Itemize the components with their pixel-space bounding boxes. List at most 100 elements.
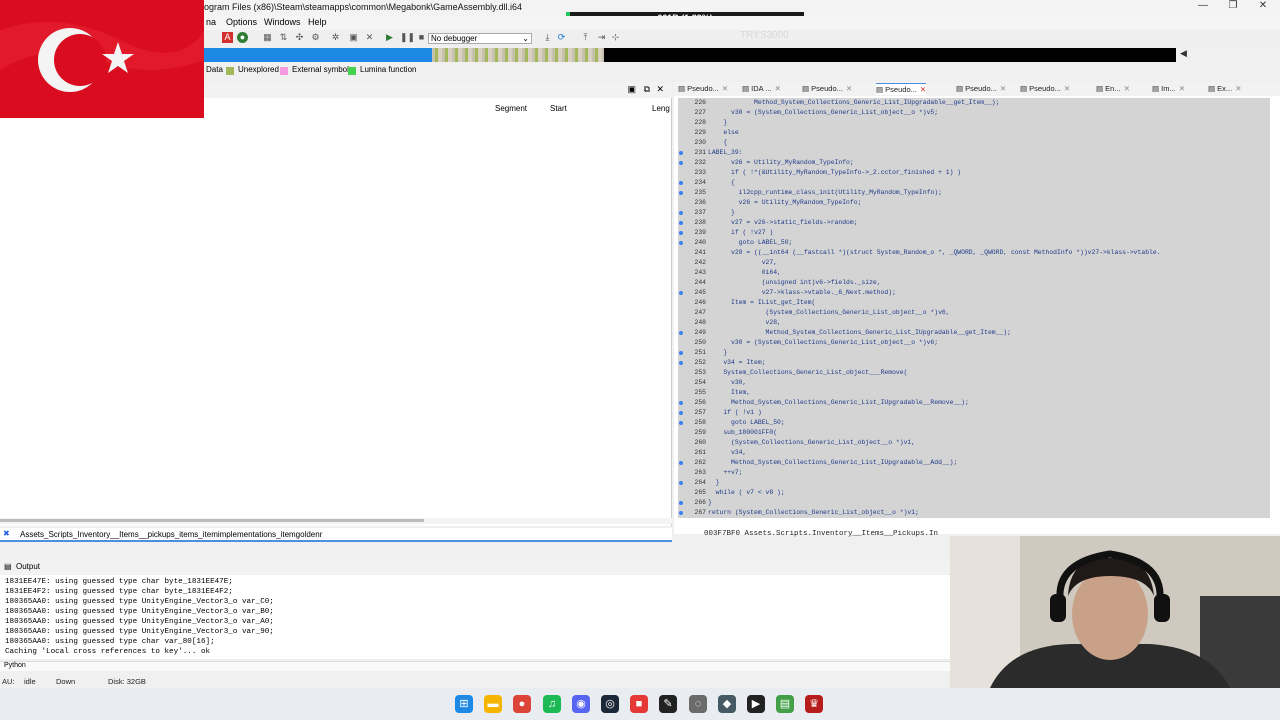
code-line[interactable]: 248 v28, <box>678 318 1270 328</box>
tab-5[interactable]: ▤ Pseudo... ✕ <box>1020 83 1070 95</box>
tab-close-icon[interactable]: ✕ <box>1000 84 1006 93</box>
stop-icon[interactable]: ■ <box>416 32 427 43</box>
breakpoint-icon[interactable]: ⊹ <box>610 32 621 43</box>
windows-start-icon[interactable]: ⊞ <box>455 695 473 713</box>
obs-icon[interactable]: ◌ <box>689 695 707 713</box>
code-line[interactable]: 249 Method_System_Collections_Generic_Li… <box>678 328 1270 338</box>
pen-app-icon[interactable]: ✎ <box>659 695 677 713</box>
code-line[interactable]: 226 Method_System_Collections_Generic_Li… <box>678 98 1270 108</box>
tab-close-icon[interactable]: ✕ <box>1064 84 1070 93</box>
minimize-button[interactable]: — <box>1188 0 1218 16</box>
code-line[interactable]: 236 v26 = Utility_MyRandom_TypeInfo; <box>678 198 1270 208</box>
menu-item-options[interactable]: Options <box>226 17 257 27</box>
code-line[interactable]: 232 v26 = Utility_MyRandom_TypeInfo; <box>678 158 1270 168</box>
code-line[interactable]: 254 v30, <box>678 378 1270 388</box>
code-line[interactable]: 234 { <box>678 178 1270 188</box>
tab-close-icon[interactable]: ✕ <box>1179 84 1185 93</box>
code-line[interactable]: 231 LABEL_39: <box>678 148 1270 158</box>
ida-icon[interactable]: ◆ <box>718 695 736 713</box>
tab-6[interactable]: ▤ En... ✕ <box>1096 83 1130 95</box>
code-line[interactable]: 245 v27->klass->vtable._6_Next.method); <box>678 288 1270 298</box>
float-pane-icon[interactable]: ⧉ <box>644 84 650 95</box>
code-line[interactable]: 267 return (System_Collections_Generic_Li… <box>678 508 1270 518</box>
game-icon[interactable]: ♛ <box>805 695 823 713</box>
code-line[interactable]: 265 while ( v7 < v8 ); <box>678 488 1270 498</box>
pause-icon[interactable]: ❚❚ <box>400 32 415 43</box>
tab-4[interactable]: ▤ Pseudo... ✕ <box>956 83 1006 95</box>
code-line[interactable]: 261 v34, <box>678 448 1270 458</box>
step-over-icon[interactable]: ⟳ <box>556 32 567 43</box>
code-line[interactable]: 233 if ( !*(&Utility_MyRandom_TypeInfo->… <box>678 168 1270 178</box>
column-header-segment[interactable]: Segment <box>495 104 527 113</box>
stop-tool-icon[interactable]: ▣ <box>348 32 359 43</box>
graph-icon[interactable]: ⇅ <box>278 32 289 43</box>
code-line[interactable]: 251 } <box>678 348 1270 358</box>
spotify-icon[interactable]: ♫ <box>543 695 561 713</box>
code-line[interactable]: 240 goto LABEL_50; <box>678 238 1270 248</box>
discord-icon[interactable]: ◉ <box>572 695 590 713</box>
tab-1[interactable]: ▤ IDA ... ✕ <box>742 83 781 95</box>
tab-2[interactable]: ▤ Pseudo... ✕ <box>802 83 852 95</box>
code-line[interactable]: 260 (System_Collections_Generic_List_obj… <box>678 438 1270 448</box>
pin-icon[interactable]: ✖ <box>3 529 10 538</box>
code-line[interactable]: 243 0i64, <box>678 268 1270 278</box>
code-line[interactable]: 241 v28 = ((__int64 (__fastcall *)(struc… <box>678 248 1270 258</box>
code-line[interactable]: 230 { <box>678 138 1270 148</box>
pseudocode-view[interactable]: 226 Method_System_Collections_Generic_Li… <box>678 98 1270 518</box>
tab-close-icon[interactable]: ✕ <box>1235 84 1241 93</box>
terminal-icon[interactable]: ▶ <box>747 695 765 713</box>
code-line[interactable]: 252 v34 = Item; <box>678 358 1270 368</box>
tab-close-icon[interactable]: ✕ <box>722 84 728 93</box>
code-line[interactable]: 257 if ( !v1 ) <box>678 408 1270 418</box>
code-line[interactable]: 263 ++v7; <box>678 468 1270 478</box>
code-line[interactable]: 258 goto LABEL_50; <box>678 418 1270 428</box>
code-line[interactable]: 246 Item = IList_get_Item( <box>678 298 1270 308</box>
code-line[interactable]: 264 } <box>678 478 1270 488</box>
code-line[interactable]: 256 Method_System_Collections_Generic_Li… <box>678 398 1270 408</box>
code-line[interactable]: 244 (unsigned int)v6->fields._size, <box>678 278 1270 288</box>
code-line[interactable]: 266} <box>678 498 1270 508</box>
tab-8[interactable]: ▤ Ex... ✕ <box>1208 83 1241 95</box>
play-icon[interactable]: ▶ <box>384 32 395 43</box>
menu-item-windows[interactable]: Windows <box>264 17 301 27</box>
interpreter-label[interactable]: Python <box>4 662 26 669</box>
menu-item-help[interactable]: Help <box>308 17 327 27</box>
scrollbar-thumb[interactable] <box>0 519 424 522</box>
tab-close-icon[interactable]: ✕ <box>846 84 852 93</box>
pseudocode-pane[interactable]: ▤ Pseudo... ✕ ▤ IDA ... ✕ ▤ Pseudo... ✕ ▤ Pseu… <box>674 82 1280 534</box>
close-window-button[interactable]: ✕ <box>1248 0 1278 16</box>
tab-3[interactable]: ▤ Pseudo... ✕ <box>876 83 927 95</box>
tab-7[interactable]: ▤ Im... ✕ <box>1152 83 1185 95</box>
cancel-icon[interactable]: ✕ <box>364 32 375 43</box>
code-line[interactable]: 262 Method_System_Collections_Generic_Li… <box>678 458 1270 468</box>
debugger-select[interactable]: No debugger ⌄ <box>428 33 532 44</box>
column-header-start[interactable]: Start <box>550 104 567 113</box>
code-line[interactable]: 238 v27 = v26->static_fields->random; <box>678 218 1270 228</box>
menu-item-navigate[interactable]: na <box>206 17 216 27</box>
restore-button[interactable]: ❐ <box>1218 0 1248 16</box>
notepad-icon[interactable]: ▤ <box>776 695 794 713</box>
close-pane-icon[interactable]: ✕ <box>656 84 664 95</box>
code-line[interactable]: 229 else <box>678 128 1270 138</box>
settings-icon[interactable]: ✲ <box>330 32 341 43</box>
code-line[interactable]: 227 v30 = (System_Collections_Generic_Li… <box>678 108 1270 118</box>
code-line[interactable]: 228 } <box>678 118 1270 128</box>
step-out-icon[interactable]: ⤒ <box>580 32 591 43</box>
code-line[interactable]: 235 il2cpp_runtime_class_init(Utility_My… <box>678 188 1270 198</box>
navigation-band[interactable]: ◀ <box>204 48 1280 62</box>
cross-ref-icon[interactable]: ✣ <box>294 32 305 43</box>
nav-marker-icon[interactable]: ◀ <box>1180 48 1188 62</box>
python-input[interactable]: Python <box>0 661 950 671</box>
ida-logo-icon[interactable]: A <box>222 32 233 43</box>
maximize-pane-icon[interactable]: ▣ <box>627 84 636 95</box>
step-into-icon[interactable]: ⤓ <box>542 32 553 43</box>
column-header-length[interactable]: Leng <box>652 104 670 113</box>
code-line[interactable]: 250 v30 = (System_Collections_Generic_Li… <box>678 338 1270 348</box>
tab-0[interactable]: ▤ Pseudo... ✕ <box>678 83 728 95</box>
record-app-icon[interactable]: ■ <box>630 695 648 713</box>
tab-close-icon[interactable]: ✕ <box>1124 84 1130 93</box>
code-line[interactable]: 255 Item, <box>678 388 1270 398</box>
code-line[interactable]: 259 sub_180001FF0( <box>678 428 1270 438</box>
code-line[interactable]: 237 } <box>678 208 1270 218</box>
grid-icon[interactable]: ▦ <box>262 32 273 43</box>
